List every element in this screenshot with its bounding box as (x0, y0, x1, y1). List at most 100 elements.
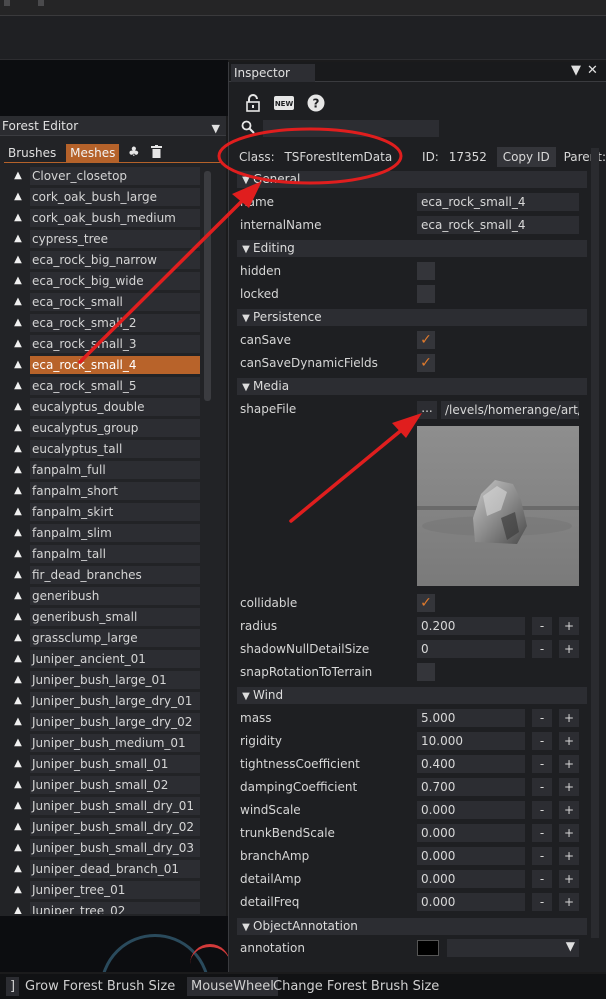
trunk-bend-scale-decrement-button[interactable]: - (532, 824, 552, 842)
list-item[interactable]: ▲ eca_rock_small (10, 292, 202, 313)
add-mesh-icon[interactable]: ♣ (128, 145, 140, 160)
detail-amp-increment-button[interactable]: + (559, 870, 579, 888)
list-item[interactable]: ▲ eca_rock_small_5 (10, 376, 202, 397)
list-item[interactable]: ▲ Juniper_ancient_01 (10, 649, 202, 670)
rigidity-field[interactable]: 10.000 (417, 732, 525, 750)
internal-name-field[interactable]: eca_rock_small_4 (417, 216, 579, 234)
list-item[interactable]: ▲ eca_rock_big_narrow (10, 250, 202, 271)
shadow-null-increment-button[interactable]: + (559, 640, 579, 658)
list-item[interactable]: ▲ fanpalm_full (10, 460, 202, 481)
rigidity-decrement-button[interactable]: - (532, 732, 552, 750)
copy-id-button[interactable]: Copy ID (496, 147, 556, 167)
list-item[interactable]: ▲ Juniper_bush_large_01 (10, 670, 202, 691)
collapse-triangle-icon[interactable]: ▼ (212, 119, 220, 139)
collidable-checkbox[interactable]: ✓ (417, 594, 435, 612)
mass-increment-button[interactable]: + (559, 709, 579, 727)
branch-amp-increment-button[interactable]: + (559, 847, 579, 865)
list-item[interactable]: ▲ Juniper_tree_01 (10, 880, 202, 901)
detail-amp-decrement-button[interactable]: - (532, 870, 552, 888)
mass-field[interactable]: 5.000 (417, 709, 525, 727)
list-item[interactable]: ▲ eucalyptus_double (10, 397, 202, 418)
tab-meshes[interactable]: Meshes (66, 144, 120, 162)
list-item[interactable]: ▲ Juniper_bush_small_dry_03 (10, 838, 202, 859)
detail-freq-field[interactable]: 0.000 (417, 893, 525, 911)
section-object-annotation[interactable]: ▼ ObjectAnnotation (237, 918, 587, 935)
trash-icon[interactable] (151, 145, 162, 162)
branch-amp-decrement-button[interactable]: - (532, 847, 552, 865)
damping-coefficient-increment-button[interactable]: + (559, 778, 579, 796)
list-item[interactable]: ▲ fanpalm_short (10, 481, 202, 502)
shadow-null-decrement-button[interactable]: - (532, 640, 552, 658)
section-persistence[interactable]: ▼ Persistence (237, 309, 587, 326)
list-item[interactable]: ▲ eucalyptus_tall (10, 439, 202, 460)
name-field[interactable]: eca_rock_small_4 (417, 193, 579, 211)
list-item[interactable]: ▲ eca_rock_small_3 (10, 334, 202, 355)
hidden-checkbox[interactable] (417, 262, 435, 280)
list-item[interactable]: ▲ eca_rock_small_2 (10, 313, 202, 334)
tightness-coefficient-decrement-button[interactable]: - (532, 755, 552, 773)
list-item[interactable]: ▲ generibush_small (10, 607, 202, 628)
search-input[interactable] (263, 120, 439, 137)
list-item[interactable]: ▲ Juniper_bush_small_01 (10, 754, 202, 775)
detail-freq-increment-button[interactable]: + (559, 893, 579, 911)
tightness-coefficient-field[interactable]: 0.400 (417, 755, 525, 773)
list-item[interactable]: ▲ eca_rock_small_4 (10, 355, 202, 376)
section-media[interactable]: ▼ Media (237, 378, 587, 395)
list-item[interactable]: ▲ eca_rock_big_wide (10, 271, 202, 292)
can-save-dynamic-checkbox[interactable]: ✓ (417, 354, 435, 372)
radius-field[interactable]: 0.200 (417, 617, 525, 635)
list-item[interactable]: ▲ Juniper_bush_medium_01 (10, 733, 202, 754)
tab-brushes[interactable]: Brushes (4, 144, 60, 162)
radius-increment-button[interactable]: + (559, 617, 579, 635)
lock-icon[interactable] (243, 93, 263, 113)
list-item[interactable]: ▲ Clover_closetop (10, 166, 202, 187)
list-item[interactable]: ▲ Juniper_dead_branch_01 (10, 859, 202, 880)
new-icon[interactable]: NEW (274, 93, 294, 113)
damping-coefficient-field[interactable]: 0.700 (417, 778, 525, 796)
detail-freq-decrement-button[interactable]: - (532, 893, 552, 911)
close-icon[interactable]: ✕ (587, 63, 598, 78)
help-icon[interactable]: ? (306, 93, 326, 113)
annotation-color-swatch[interactable] (417, 940, 439, 956)
browse-shape-button[interactable]: ... (417, 401, 437, 419)
dropdown-menu-icon[interactable]: ▼ (571, 63, 581, 78)
inspector-tab[interactable]: Inspector (231, 64, 315, 82)
list-item[interactable]: ▲ fanpalm_skirt (10, 502, 202, 523)
wind-scale-decrement-button[interactable]: - (532, 801, 552, 819)
inspector-scrollbar[interactable] (591, 148, 599, 938)
trunk-bend-scale-field[interactable]: 0.000 (417, 824, 525, 842)
damping-coefficient-decrement-button[interactable]: - (532, 778, 552, 796)
section-general[interactable]: ▼ General (237, 171, 587, 188)
mass-decrement-button[interactable]: - (532, 709, 552, 727)
section-wind[interactable]: ▼ Wind (237, 687, 587, 704)
tightness-coefficient-increment-button[interactable]: + (559, 755, 579, 773)
list-item[interactable]: ▲ Juniper_bush_small_dry_02 (10, 817, 202, 838)
annotation-select[interactable]: ▼ (447, 939, 579, 957)
mesh-list-scrollbar[interactable] (204, 171, 211, 401)
list-item[interactable]: ▲ Juniper_bush_large_dry_01 (10, 691, 202, 712)
wind-scale-field[interactable]: 0.000 (417, 801, 525, 819)
list-item[interactable]: ▲ fanpalm_tall (10, 544, 202, 565)
list-item[interactable]: ▲ grassclump_large (10, 628, 202, 649)
branch-amp-field[interactable]: 0.000 (417, 847, 525, 865)
section-editing[interactable]: ▼ Editing (237, 240, 587, 257)
trunk-bend-scale-increment-button[interactable]: + (559, 824, 579, 842)
snap-rotation-checkbox[interactable] (417, 663, 435, 681)
list-item[interactable]: ▲ Juniper_bush_small_dry_01 (10, 796, 202, 817)
radius-decrement-button[interactable]: - (532, 617, 552, 635)
list-item[interactable]: ▲ eucalyptus_group (10, 418, 202, 439)
list-item[interactable]: ▲ cork_oak_bush_medium (10, 208, 202, 229)
list-item[interactable]: ▲ cork_oak_bush_large (10, 187, 202, 208)
rigidity-increment-button[interactable]: + (559, 732, 579, 750)
wind-scale-increment-button[interactable]: + (559, 801, 579, 819)
list-item[interactable]: ▲ fanpalm_slim (10, 523, 202, 544)
list-item[interactable]: ▲ cypress_tree (10, 229, 202, 250)
shadow-null-field[interactable]: 0 (417, 640, 525, 658)
list-item[interactable]: ▲ Juniper_bush_small_02 (10, 775, 202, 796)
list-item[interactable]: ▲ Juniper_bush_large_dry_02 (10, 712, 202, 733)
detail-amp-field[interactable]: 0.000 (417, 870, 525, 888)
shape-file-field[interactable]: /levels/homerange/art/s (441, 401, 579, 419)
list-item[interactable]: ▲ fir_dead_branches (10, 565, 202, 586)
locked-checkbox[interactable] (417, 285, 435, 303)
list-item[interactable]: ▲ Juniper_tree_02 (10, 901, 202, 914)
